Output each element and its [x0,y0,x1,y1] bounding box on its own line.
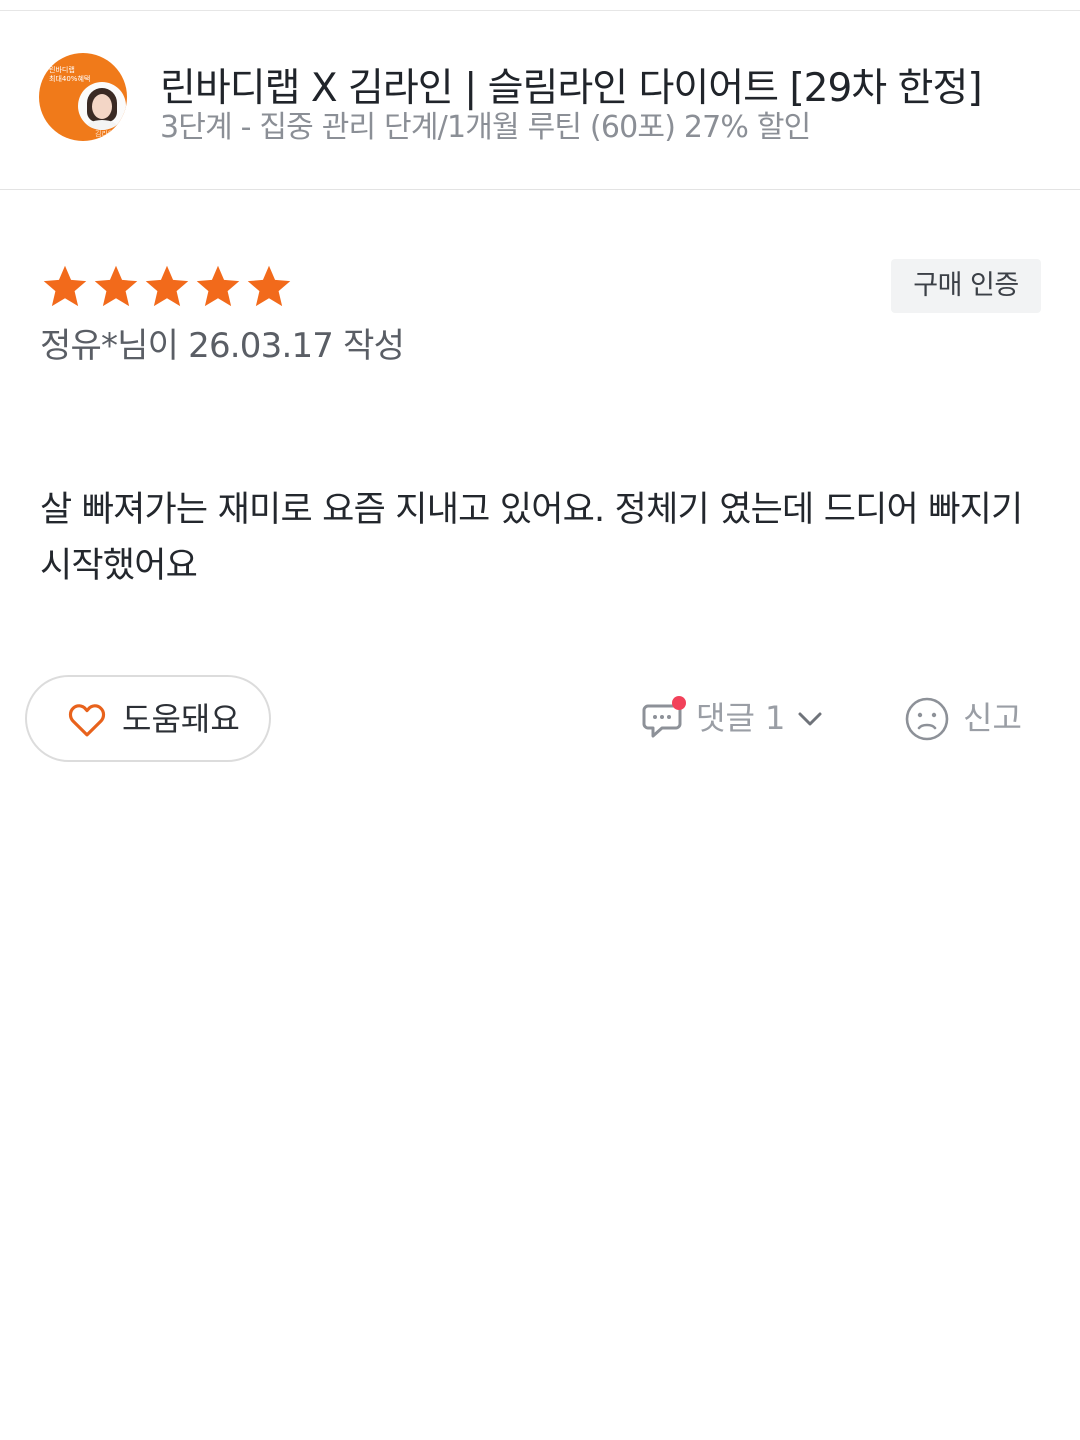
purchase-verified-badge: 구매 인증 [891,259,1041,313]
helpful-label: 도움돼요 [122,700,240,738]
portrait-face [92,94,112,119]
thumbnail-promo-line1: 린바디랩 [49,66,75,74]
thumbnail-promo-text: 린바디랩 최대40%혜택 [49,66,119,84]
star-icon [193,262,244,312]
star-icon [40,262,91,312]
comments-toggle[interactable]: 댓글 1 [640,690,840,750]
comment-icon [642,696,686,738]
product-title[interactable]: 린바디랩 X 김라인 | 슬림라인 다이어트 [29차 한정] [160,66,1060,112]
report-button[interactable]: 신고 [904,690,1044,750]
report-label: 신고 [963,699,1022,737]
product-header[interactable]: 린바디랩 최대40%혜택 김라인 린바디랩 X 김라인 | 슬림라인 다이어트 … [0,11,1080,189]
star-icon [244,262,295,312]
model-portrait [78,82,126,130]
star-icon [142,262,193,312]
star-rating [40,262,295,312]
product-thumbnail: 린바디랩 최대40%혜택 김라인 [39,53,127,141]
star-icon [91,262,142,312]
product-option: 3단계 - 집중 관리 단계/1개월 루틴 (60포) 27% 할인 [160,110,811,145]
sad-face-icon [905,697,949,741]
thumbnail-brand: 김라인 [95,130,115,138]
review-text: 살 빠져가는 재미로 요즘 지내고 있어요. 정체기 였는데 드디어 빠지기 시… [40,490,1023,586]
review-page: 린바디랩 최대40%혜택 김라인 린바디랩 X 김라인 | 슬림라인 다이어트 … [0,0,1080,1440]
comments-label: 댓글 1 [696,699,786,737]
chevron-down-icon [798,712,822,726]
helpful-button[interactable]: 도움돼요 [25,675,271,762]
notification-dot [672,696,686,710]
reviewer-meta: 정유*님이 26.03.17 작성 [40,326,405,366]
header-divider [0,189,1080,190]
heart-icon [68,704,106,737]
